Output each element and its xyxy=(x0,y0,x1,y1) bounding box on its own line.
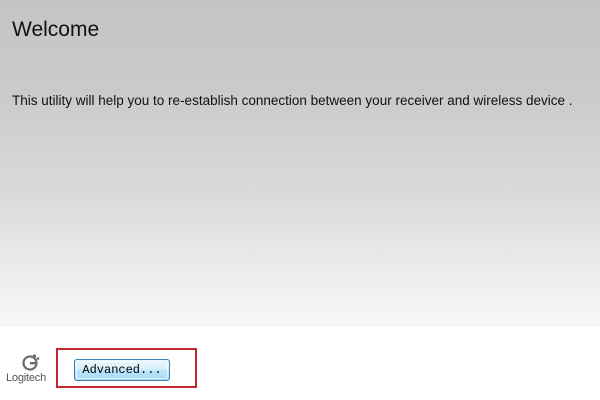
welcome-panel: Welcome This utility will help you to re… xyxy=(0,0,600,327)
welcome-description: This utility will help you to re-establi… xyxy=(12,93,573,108)
advanced-button[interactable]: Advanced... xyxy=(74,359,170,381)
logitech-logo: Logitech xyxy=(6,352,56,392)
connection-utility-window: Welcome This utility will help you to re… xyxy=(0,0,600,400)
logitech-logo-icon xyxy=(22,354,40,371)
page-title: Welcome xyxy=(12,18,100,41)
logo-wordmark: Logitech xyxy=(6,372,46,384)
